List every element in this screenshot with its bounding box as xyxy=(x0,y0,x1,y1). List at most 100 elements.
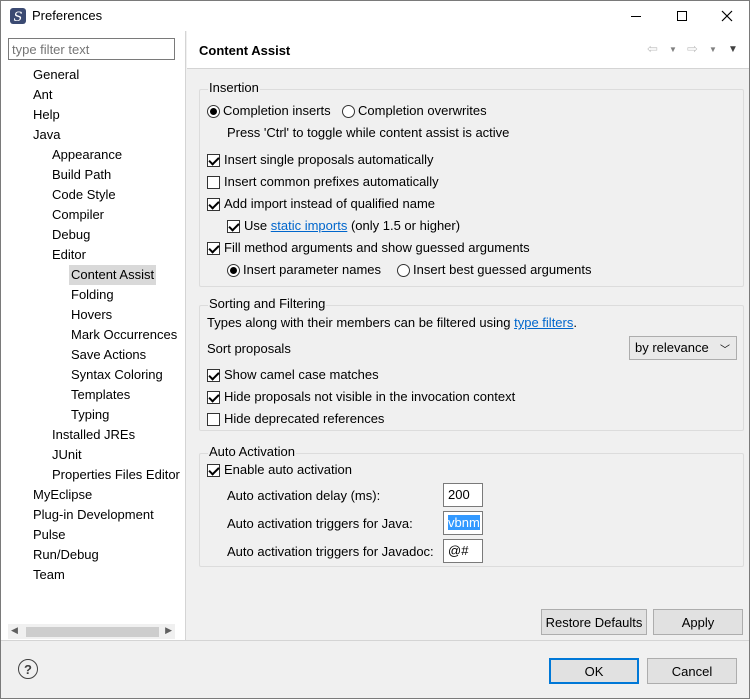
tree-item[interactable]: MyEclipse xyxy=(31,485,94,505)
enable-auto-activation-checkbox[interactable]: Enable auto activation xyxy=(207,460,352,480)
checkbox-indicator[interactable] xyxy=(207,412,220,426)
maximize-icon xyxy=(677,11,687,21)
close-icon xyxy=(721,10,733,22)
tree-item[interactable]: Run/Debug xyxy=(31,545,101,565)
completion-overwrites-radio[interactable]: Completion overwrites xyxy=(342,101,487,121)
page-title: Content Assist xyxy=(199,43,291,58)
completion-inserts-radio[interactable]: Completion inserts xyxy=(207,101,331,121)
forward-history-dropdown-icon[interactable]: ▼ xyxy=(709,45,717,54)
sort-proposals-label: Sort proposals xyxy=(207,341,291,356)
tree-item[interactable]: Ant xyxy=(31,85,55,105)
checkbox-indicator[interactable] xyxy=(207,368,220,382)
tree-item[interactable]: Properties Files Editor xyxy=(50,465,182,485)
dialog-button-bar: ? OK Cancel xyxy=(1,640,749,698)
tree-item[interactable]: Appearance xyxy=(50,145,124,165)
tree-item[interactable]: Compiler xyxy=(50,205,106,225)
scroll-thumb[interactable] xyxy=(26,627,159,637)
tree-item[interactable]: Pulse xyxy=(31,525,68,545)
insert-parameter-names-radio[interactable]: Insert parameter names xyxy=(227,260,381,280)
insertion-group: Insertion Completion inserts Completion … xyxy=(199,80,744,287)
static-imports-link[interactable]: static imports xyxy=(271,216,348,236)
fill-method-arguments-checkbox[interactable]: Fill method arguments and show guessed a… xyxy=(207,238,530,258)
auto-activation-group-title: Auto Activation xyxy=(208,444,296,459)
tree-item[interactable]: Folding xyxy=(69,285,116,305)
tree-item[interactable]: Debug xyxy=(50,225,92,245)
checkbox-indicator[interactable] xyxy=(207,390,220,404)
javadoc-triggers-input[interactable]: @# xyxy=(443,539,483,563)
title-bar[interactable]: S Preferences xyxy=(1,1,749,31)
checkbox-indicator[interactable] xyxy=(207,197,220,211)
use-static-imports-checkbox[interactable]: Use static imports (only 1.5 or higher) xyxy=(227,216,460,236)
tree-item[interactable]: Content Assist xyxy=(69,265,157,285)
auto-activation-group: Auto Activation Enable auto activation A… xyxy=(199,444,744,567)
tree-item[interactable]: Mark Occurrences xyxy=(69,325,179,345)
apply-button[interactable]: Apply xyxy=(653,609,743,635)
java-triggers-input[interactable]: vbnm xyxy=(443,511,483,535)
insert-common-prefixes-checkbox[interactable]: Insert common prefixes automatically xyxy=(207,172,439,192)
tree-item[interactable]: JUnit xyxy=(50,445,84,465)
back-arrow-icon[interactable]: ⇦ xyxy=(647,41,658,57)
scroll-right-icon[interactable]: ▶ xyxy=(165,625,172,636)
checkbox-indicator[interactable] xyxy=(207,153,220,167)
tree-item[interactable]: Typing xyxy=(69,405,111,425)
type-filters-link[interactable]: type filters xyxy=(514,313,573,333)
tree-item[interactable]: Templates xyxy=(69,385,132,405)
page-header: Content Assist ⇦ ▼ ⇨ ▼ ▼ xyxy=(187,31,749,69)
minimize-button[interactable] xyxy=(613,1,659,31)
radio-indicator[interactable] xyxy=(207,104,220,118)
insert-single-proposals-checkbox[interactable]: Insert single proposals automatically xyxy=(207,150,434,170)
ctrl-toggle-hint: Press 'Ctrl' to toggle while content ass… xyxy=(227,125,510,140)
checkbox-indicator[interactable] xyxy=(207,241,220,255)
hide-not-visible-checkbox[interactable]: Hide proposals not visible in the invoca… xyxy=(207,387,515,407)
tree-item[interactable]: Build Path xyxy=(50,165,113,185)
checkbox-indicator[interactable] xyxy=(207,175,220,189)
insertion-group-title: Insertion xyxy=(208,80,260,95)
hide-deprecated-checkbox[interactable]: Hide deprecated references xyxy=(207,409,384,429)
radio-indicator[interactable] xyxy=(397,263,410,277)
chevron-down-icon: ﹀ xyxy=(720,345,730,356)
tree-item[interactable]: Save Actions xyxy=(69,345,148,365)
camel-case-checkbox[interactable]: Show camel case matches xyxy=(207,365,379,385)
restore-defaults-button[interactable]: Restore Defaults xyxy=(541,609,647,635)
checkbox-indicator[interactable] xyxy=(227,219,240,233)
tree-item[interactable]: Plug-in Development xyxy=(31,505,156,525)
filter-input[interactable] xyxy=(8,38,175,60)
checkbox-indicator[interactable] xyxy=(207,463,220,477)
type-filters-text: Types along with their members can be fi… xyxy=(207,313,577,333)
tree-item[interactable]: General xyxy=(31,65,81,85)
preference-page: Content Assist ⇦ ▼ ⇨ ▼ ▼ Insertion Compl… xyxy=(187,31,749,640)
tree-item[interactable]: Editor xyxy=(50,245,88,265)
java-triggers-label: Auto activation triggers for Java: xyxy=(227,516,413,531)
activation-delay-input[interactable]: 200 xyxy=(443,483,483,507)
tree-item[interactable]: Hovers xyxy=(69,305,114,325)
view-menu-icon[interactable]: ▼ xyxy=(728,44,738,55)
radio-indicator[interactable] xyxy=(342,104,355,118)
javadoc-triggers-label: Auto activation triggers for Javadoc: xyxy=(227,544,434,559)
back-history-dropdown-icon[interactable]: ▼ xyxy=(669,45,677,54)
tree-item[interactable]: Java xyxy=(31,125,62,145)
scroll-left-icon[interactable]: ◀ xyxy=(11,625,18,636)
cancel-button[interactable]: Cancel xyxy=(647,658,737,684)
svg-text:S: S xyxy=(14,10,23,25)
preference-tree[interactable]: General Ant Help Java Appearance Build Path Co… xyxy=(1,65,183,621)
sorting-group-title: Sorting and Filtering xyxy=(208,296,327,311)
sort-proposals-select[interactable]: by relevance ﹀ xyxy=(629,336,737,360)
tree-item[interactable]: Installed JREs xyxy=(50,425,137,445)
tree-item[interactable]: Team xyxy=(31,565,67,585)
add-import-checkbox[interactable]: Add import instead of qualified name xyxy=(207,194,435,214)
help-icon[interactable]: ? xyxy=(18,659,38,679)
eclipse-app-icon: S xyxy=(10,8,26,25)
window-title: Preferences xyxy=(32,8,103,23)
radio-indicator[interactable] xyxy=(227,263,240,277)
forward-arrow-icon[interactable]: ⇨ xyxy=(687,41,698,57)
close-button[interactable] xyxy=(704,1,750,31)
tree-item[interactable]: Code Style xyxy=(50,185,118,205)
tree-item[interactable]: Help xyxy=(31,105,62,125)
ok-button[interactable]: OK xyxy=(549,658,639,684)
maximize-button[interactable] xyxy=(659,1,705,31)
tree-horizontal-scrollbar[interactable]: ◀ ▶ xyxy=(8,624,175,639)
sorting-filtering-group: Sorting and Filtering Types along with t… xyxy=(199,296,744,431)
insert-best-guessed-radio[interactable]: Insert best guessed arguments xyxy=(397,260,592,280)
preference-tree-pane: GeneralAntHelpJavaAppearanceBuild PathCo… xyxy=(1,31,186,640)
tree-item[interactable]: Syntax Coloring xyxy=(69,365,165,385)
